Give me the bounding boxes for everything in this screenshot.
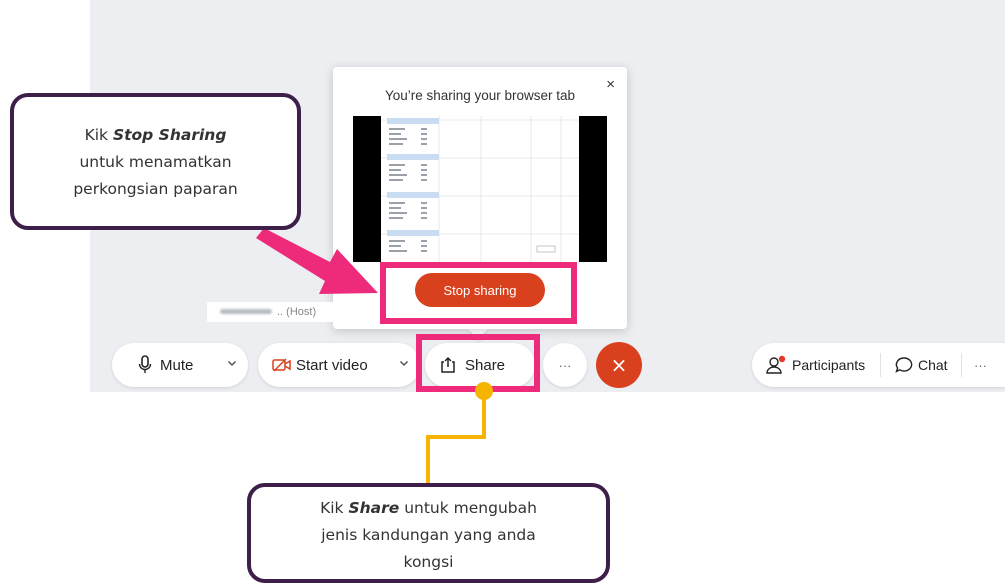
callout-line: jenis kandungan yang anda (321, 526, 536, 544)
callout-line: kongsi (403, 553, 454, 571)
connector-dot (475, 382, 493, 400)
callout-emphasis: Share (348, 499, 400, 517)
callout-line: Kik Share untuk mengubah (251, 495, 606, 522)
pink-arrow (256, 228, 378, 294)
callout-text: untuk mengubah (399, 499, 537, 517)
callout-line: untuk menamatkan (79, 153, 232, 171)
callout-line: Kik Stop Sharing (14, 122, 297, 149)
callout-emphasis: Stop Sharing (112, 126, 227, 144)
callout-line: perkongsian paparan (73, 180, 238, 198)
callout-text: Kik (320, 499, 349, 517)
callout-text: Kik (84, 126, 113, 144)
share-callout: Kik Share untuk mengubah jenis kandungan… (247, 483, 610, 583)
stop-sharing-callout: Kik Stop Sharing untuk menamatkan perkon… (10, 93, 301, 230)
yellow-connector (426, 391, 486, 484)
